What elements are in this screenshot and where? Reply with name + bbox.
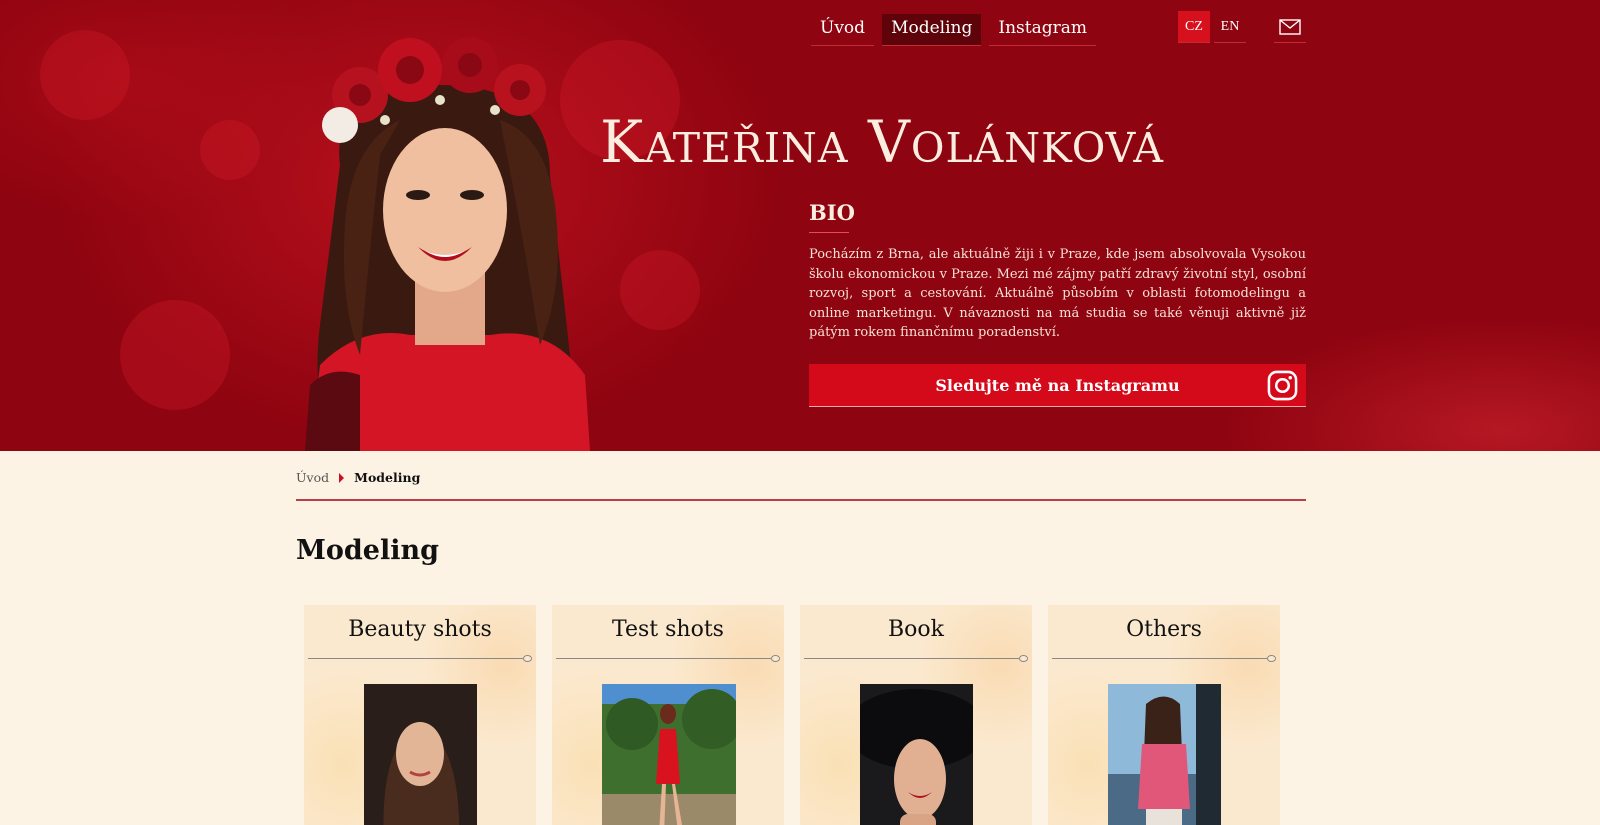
nav-item-instagram[interactable]: Instagram xyxy=(989,14,1096,46)
category-divider xyxy=(308,655,532,662)
bokeh-decoration xyxy=(40,30,130,120)
instagram-icon xyxy=(1267,370,1298,401)
category-card-beauty-shots[interactable]: Beauty shots xyxy=(304,605,536,825)
category-divider xyxy=(1052,655,1276,662)
category-thumbnail[interactable] xyxy=(364,684,477,825)
lang-en[interactable]: EN xyxy=(1214,11,1246,43)
bio-text: Pocházím z Brna, ale aktuálně žiji i v P… xyxy=(809,247,1306,340)
bio-heading: BIO xyxy=(809,200,855,225)
category-title: Others xyxy=(1126,617,1202,642)
breadcrumb: Úvod Modeling xyxy=(296,470,420,485)
chevron-right-icon xyxy=(339,472,345,483)
category-divider xyxy=(804,655,1028,662)
category-thumbnail[interactable] xyxy=(860,684,973,825)
instagram-button-label: Sledujte mě na Instagramu xyxy=(935,375,1180,395)
divider xyxy=(296,499,1306,501)
category-thumbnail[interactable] xyxy=(602,684,736,825)
category-title: Beauty shots xyxy=(348,617,492,642)
category-divider xyxy=(556,655,780,662)
nav-item-modeling[interactable]: Modeling xyxy=(882,14,982,46)
language-switcher: CZ EN xyxy=(1178,11,1246,43)
lang-cz[interactable]: CZ xyxy=(1178,11,1210,43)
bio-underline xyxy=(809,232,849,233)
bokeh-decoration xyxy=(200,120,260,180)
breadcrumb-current: Modeling xyxy=(354,470,421,485)
category-card-others[interactable]: Others xyxy=(1048,605,1280,825)
bokeh-decoration xyxy=(620,250,700,330)
category-thumbnail[interactable] xyxy=(1108,684,1221,825)
hero-name: Kateřina Volánková xyxy=(600,108,1165,176)
mail-icon xyxy=(1279,18,1301,35)
hero-section: Úvod Modeling Instagram CZ EN Kateřina V… xyxy=(0,0,1600,451)
category-card-test-shots[interactable]: Test shots xyxy=(552,605,784,825)
category-title: Test shots xyxy=(612,617,724,642)
bokeh-decoration xyxy=(120,300,230,410)
portrait-image xyxy=(305,37,590,451)
breadcrumb-home[interactable]: Úvod xyxy=(296,470,329,485)
category-title: Book xyxy=(888,617,944,642)
category-card-book[interactable]: Book xyxy=(800,605,1032,825)
nav-item-uvod[interactable]: Úvod xyxy=(811,14,875,46)
mail-button[interactable] xyxy=(1274,11,1306,43)
main-nav: Úvod Modeling Instagram xyxy=(811,14,1096,46)
instagram-follow-button[interactable]: Sledujte mě na Instagramu xyxy=(809,364,1306,407)
category-grid: Beauty shots Test shots Book Others xyxy=(304,605,1280,825)
page-title: Modeling xyxy=(296,535,439,566)
